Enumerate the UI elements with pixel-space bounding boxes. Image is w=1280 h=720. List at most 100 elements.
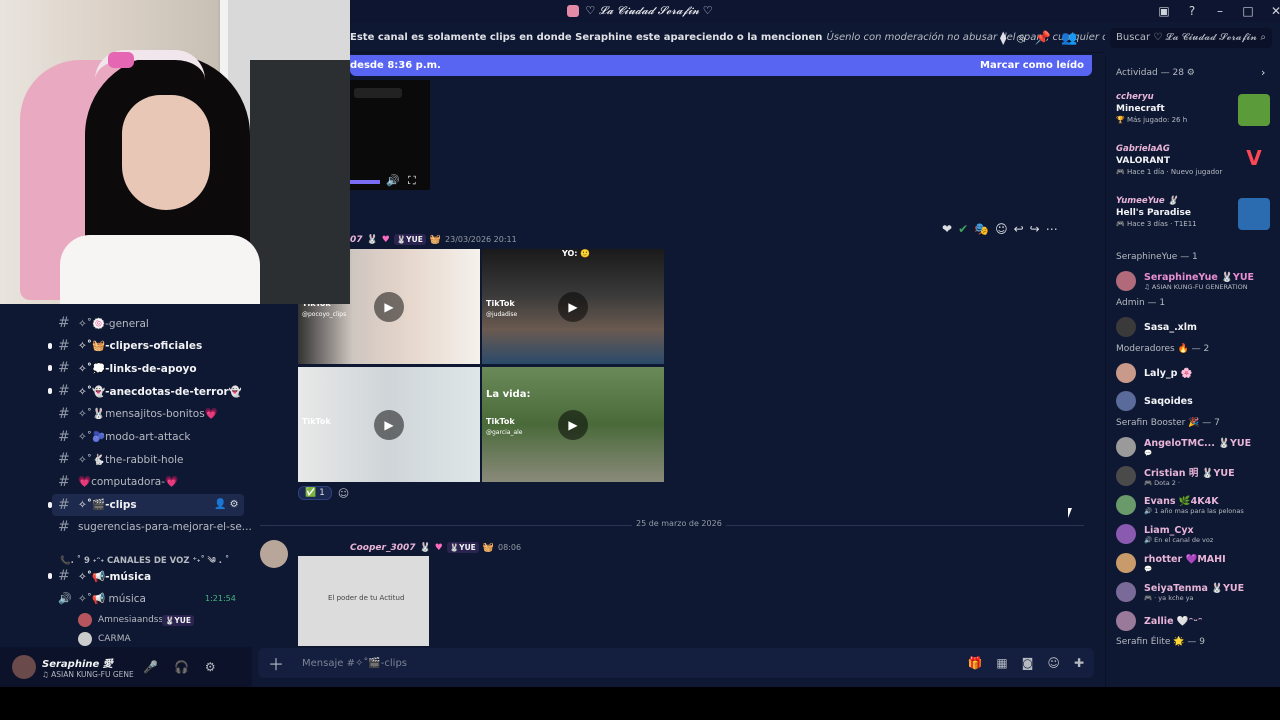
member-status: 🎮 · ya kche ya: [1144, 593, 1194, 602]
headphones-icon[interactable]: 🎧: [174, 660, 189, 674]
avatar[interactable]: [12, 655, 36, 679]
volume-icon[interactable]: 🔊: [386, 174, 400, 187]
member-info: Evans 🌿4K4K 🔊 1 año mas para las pelonas: [1144, 496, 1244, 515]
maximize-icon[interactable]: □: [1234, 4, 1262, 18]
avatar: [1116, 611, 1136, 631]
channel-music-text[interactable]: # ✧˚📢-música: [0, 565, 252, 587]
gif-icon[interactable]: ▦: [996, 656, 1007, 670]
channel-item[interactable]: # ✧˚🧺-clipers-oficiales: [0, 335, 252, 357]
close-icon[interactable]: ✕: [1262, 4, 1280, 18]
channel-item[interactable]: # ✧˚🫐modo-art-attack: [0, 426, 252, 448]
hash-icon: #: [58, 360, 70, 377]
video-embed[interactable]: El poder de tu Actitud: [298, 556, 429, 646]
gift-icon[interactable]: 🎁: [967, 656, 982, 670]
member-item[interactable]: Liam_Cyx 🔊 En el canal de voz: [1116, 521, 1276, 547]
channel-item[interactable]: # ✧˚👻-anecdotas-de-terror👻: [0, 380, 252, 402]
channel-item[interactable]: # sugerencias-para-mejorar-el-se...: [0, 516, 252, 538]
add-reaction-icon[interactable]: ☺: [338, 487, 349, 500]
activity-user: YumeeYue 🐰: [1116, 196, 1179, 206]
unread-dot: [48, 365, 52, 372]
search-input[interactable]: Buscar ♡ 𝓛𝓪 𝓒𝓲𝓾𝓭𝓪𝓭 𝓢𝓮𝓻𝓪𝓯𝓲𝓷 ⌕: [1110, 28, 1272, 48]
play-icon[interactable]: ▶: [558, 410, 588, 440]
apps-icon[interactable]: ✚: [1074, 656, 1084, 670]
play-icon[interactable]: ▶: [374, 410, 404, 440]
channel-item[interactable]: # ✧˚🐰mensajitos-bonitos💗: [0, 403, 252, 425]
activity-card[interactable]: GabrielaAG VALORANT 🎮 Hace 1 día · Nuevo j…: [1116, 144, 1222, 176]
channel-item[interactable]: # ✧˚🍥-general: [0, 312, 252, 334]
attach-icon[interactable]: ＋: [268, 651, 284, 675]
channel-item[interactable]: # ✧˚💭-links-de-apoyo: [0, 357, 252, 379]
member-name: rhotter 💜MAHI: [1144, 553, 1226, 565]
voice-user[interactable]: CARMA: [0, 632, 252, 646]
voice-timer: 1:21:54: [205, 593, 236, 603]
add-reaction-icon[interactable]: ☺: [995, 222, 1008, 236]
member-item[interactable]: AngeloTMC... 🐰YUE 💬: [1116, 434, 1276, 460]
heart-icon: ♥: [434, 542, 443, 553]
avatar: [1116, 582, 1136, 602]
user-info[interactable]: Seraphine 愛 ♫ ASIAN KUNG-FU GENE: [42, 655, 134, 679]
threads-icon[interactable]: ⧫: [1000, 31, 1006, 46]
video-embed[interactable]: 🔊 ⛶: [350, 80, 430, 190]
tiktok-label: TikTok: [302, 417, 331, 426]
mute-icon[interactable]: ⦸: [1016, 31, 1024, 46]
microphone-icon[interactable]: 🎤: [143, 660, 158, 674]
channel-name: ✧˚🐇the-rabbit-hole: [78, 453, 184, 466]
video-tile[interactable]: La vida: TikTok @garcia_ale ▶: [482, 367, 664, 482]
check-reaction[interactable]: ✅ 1: [298, 486, 332, 500]
message-composer[interactable]: ＋ Mensaje #✧˚🎬-clips 🎁 ▦ ◙ ☺ ✚: [258, 648, 1094, 678]
member-item[interactable]: Evans 🌿4K4K 🔊 1 año mas para las pelonas: [1116, 492, 1276, 518]
video-progress[interactable]: [350, 180, 380, 184]
play-icon[interactable]: ▶: [374, 292, 404, 322]
member-item[interactable]: Sasa_.xlm: [1116, 314, 1276, 340]
message-author[interactable]: 07: [350, 235, 363, 245]
channel-settings-icon[interactable]: 👤 ⚙: [214, 499, 239, 510]
window-controls: ▣ ? – □ ✕: [1150, 0, 1280, 22]
heart-reaction-icon[interactable]: ❤: [942, 222, 952, 236]
channel-item[interactable]: # ✧˚🎬-clips 👤 ⚙: [48, 493, 244, 516]
message-author[interactable]: Cooper_3007: [350, 543, 416, 553]
settings-icon[interactable]: ⚙: [205, 660, 216, 674]
member-item[interactable]: Saqoides: [1116, 388, 1276, 414]
member-item[interactable]: SeiyaTenma 🐰YUE 🎮 · ya kche ya: [1116, 579, 1276, 605]
channel-item[interactable]: # ✧˚🐇the-rabbit-hole: [0, 448, 252, 470]
member-info: SeraphineYue 🐰YUE ♫ ASIAN KUNG-FU GENERAT…: [1144, 272, 1254, 291]
sticker-icon[interactable]: ◙: [1022, 656, 1034, 670]
emoji-icon[interactable]: ☺: [1047, 656, 1060, 670]
member-item[interactable]: SeraphineYue 🐰YUE ♫ ASIAN KUNG-FU GENERAT…: [1116, 268, 1276, 294]
hash-icon: #: [58, 315, 70, 331]
new-messages-bar[interactable]: desde 8:36 p.m. Marcar como leído: [350, 55, 1092, 76]
emoji-reaction-icon[interactable]: 🎭: [974, 222, 989, 236]
channel-item[interactable]: # 💗computadora-💗: [0, 471, 252, 493]
reply-icon[interactable]: ↩: [1014, 222, 1024, 236]
video-grid: TikTok @pocoyo_clips ▶ YO: 🙂 TikTok @jud…: [298, 249, 666, 483]
chevron-right-icon[interactable]: ›: [1261, 66, 1265, 79]
hash-icon: #: [58, 451, 70, 468]
check-reaction-icon[interactable]: ✔: [958, 222, 968, 236]
hash-icon: #: [58, 519, 70, 536]
video-caption: El poder de tu Actitud: [328, 594, 405, 602]
member-item[interactable]: Laly_p 🌸: [1116, 360, 1276, 386]
pin-icon[interactable]: 📌: [1035, 31, 1051, 46]
members-icon[interactable]: 👥: [1061, 31, 1077, 46]
inbox-icon[interactable]: ▣: [1150, 4, 1178, 18]
member-item[interactable]: Zallie 🤍ᵔᵕᵔ: [1116, 608, 1276, 634]
more-icon[interactable]: ⋯: [1046, 222, 1058, 236]
help-icon[interactable]: ?: [1178, 4, 1206, 18]
member-item[interactable]: rhotter 💜MAHI 💬: [1116, 550, 1276, 576]
activity-card[interactable]: YumeeYue 🐰 Hell's Paradise 🎮 Hace 3 días ·…: [1116, 196, 1197, 228]
fullscreen-icon[interactable]: ⛶: [408, 174, 416, 188]
avatar[interactable]: [260, 540, 288, 568]
video-tile[interactable]: TikTok ▶: [298, 367, 480, 482]
channel-music-voice[interactable]: 🔊 ✧˚📢 música 1:21:54: [0, 587, 252, 609]
member-item[interactable]: Cristian 明 🐰YUE 🎮 Dota 2 ·: [1116, 463, 1276, 489]
video-tile[interactable]: YO: 🙂 TikTok @judadise ▶: [482, 249, 664, 364]
forward-icon[interactable]: ↪: [1030, 222, 1040, 236]
message-header: Cooper_3007 🐰 ♥ 🐰YUE 🧺 08:06: [350, 542, 521, 553]
member-info: Cristian 明 🐰YUE 🎮 Dota 2 ·: [1144, 465, 1235, 487]
voice-user[interactable]: Amnesiaandss 🐰YUE: [0, 610, 252, 630]
mark-as-read-button[interactable]: Marcar como leído: [980, 60, 1084, 71]
activity-card[interactable]: ccheryu Minecraft 🏆 Más jugado: 26 h: [1116, 92, 1187, 124]
minimize-icon[interactable]: –: [1206, 4, 1234, 18]
play-icon[interactable]: ▶: [558, 292, 588, 322]
unread-dot: [48, 573, 52, 579]
